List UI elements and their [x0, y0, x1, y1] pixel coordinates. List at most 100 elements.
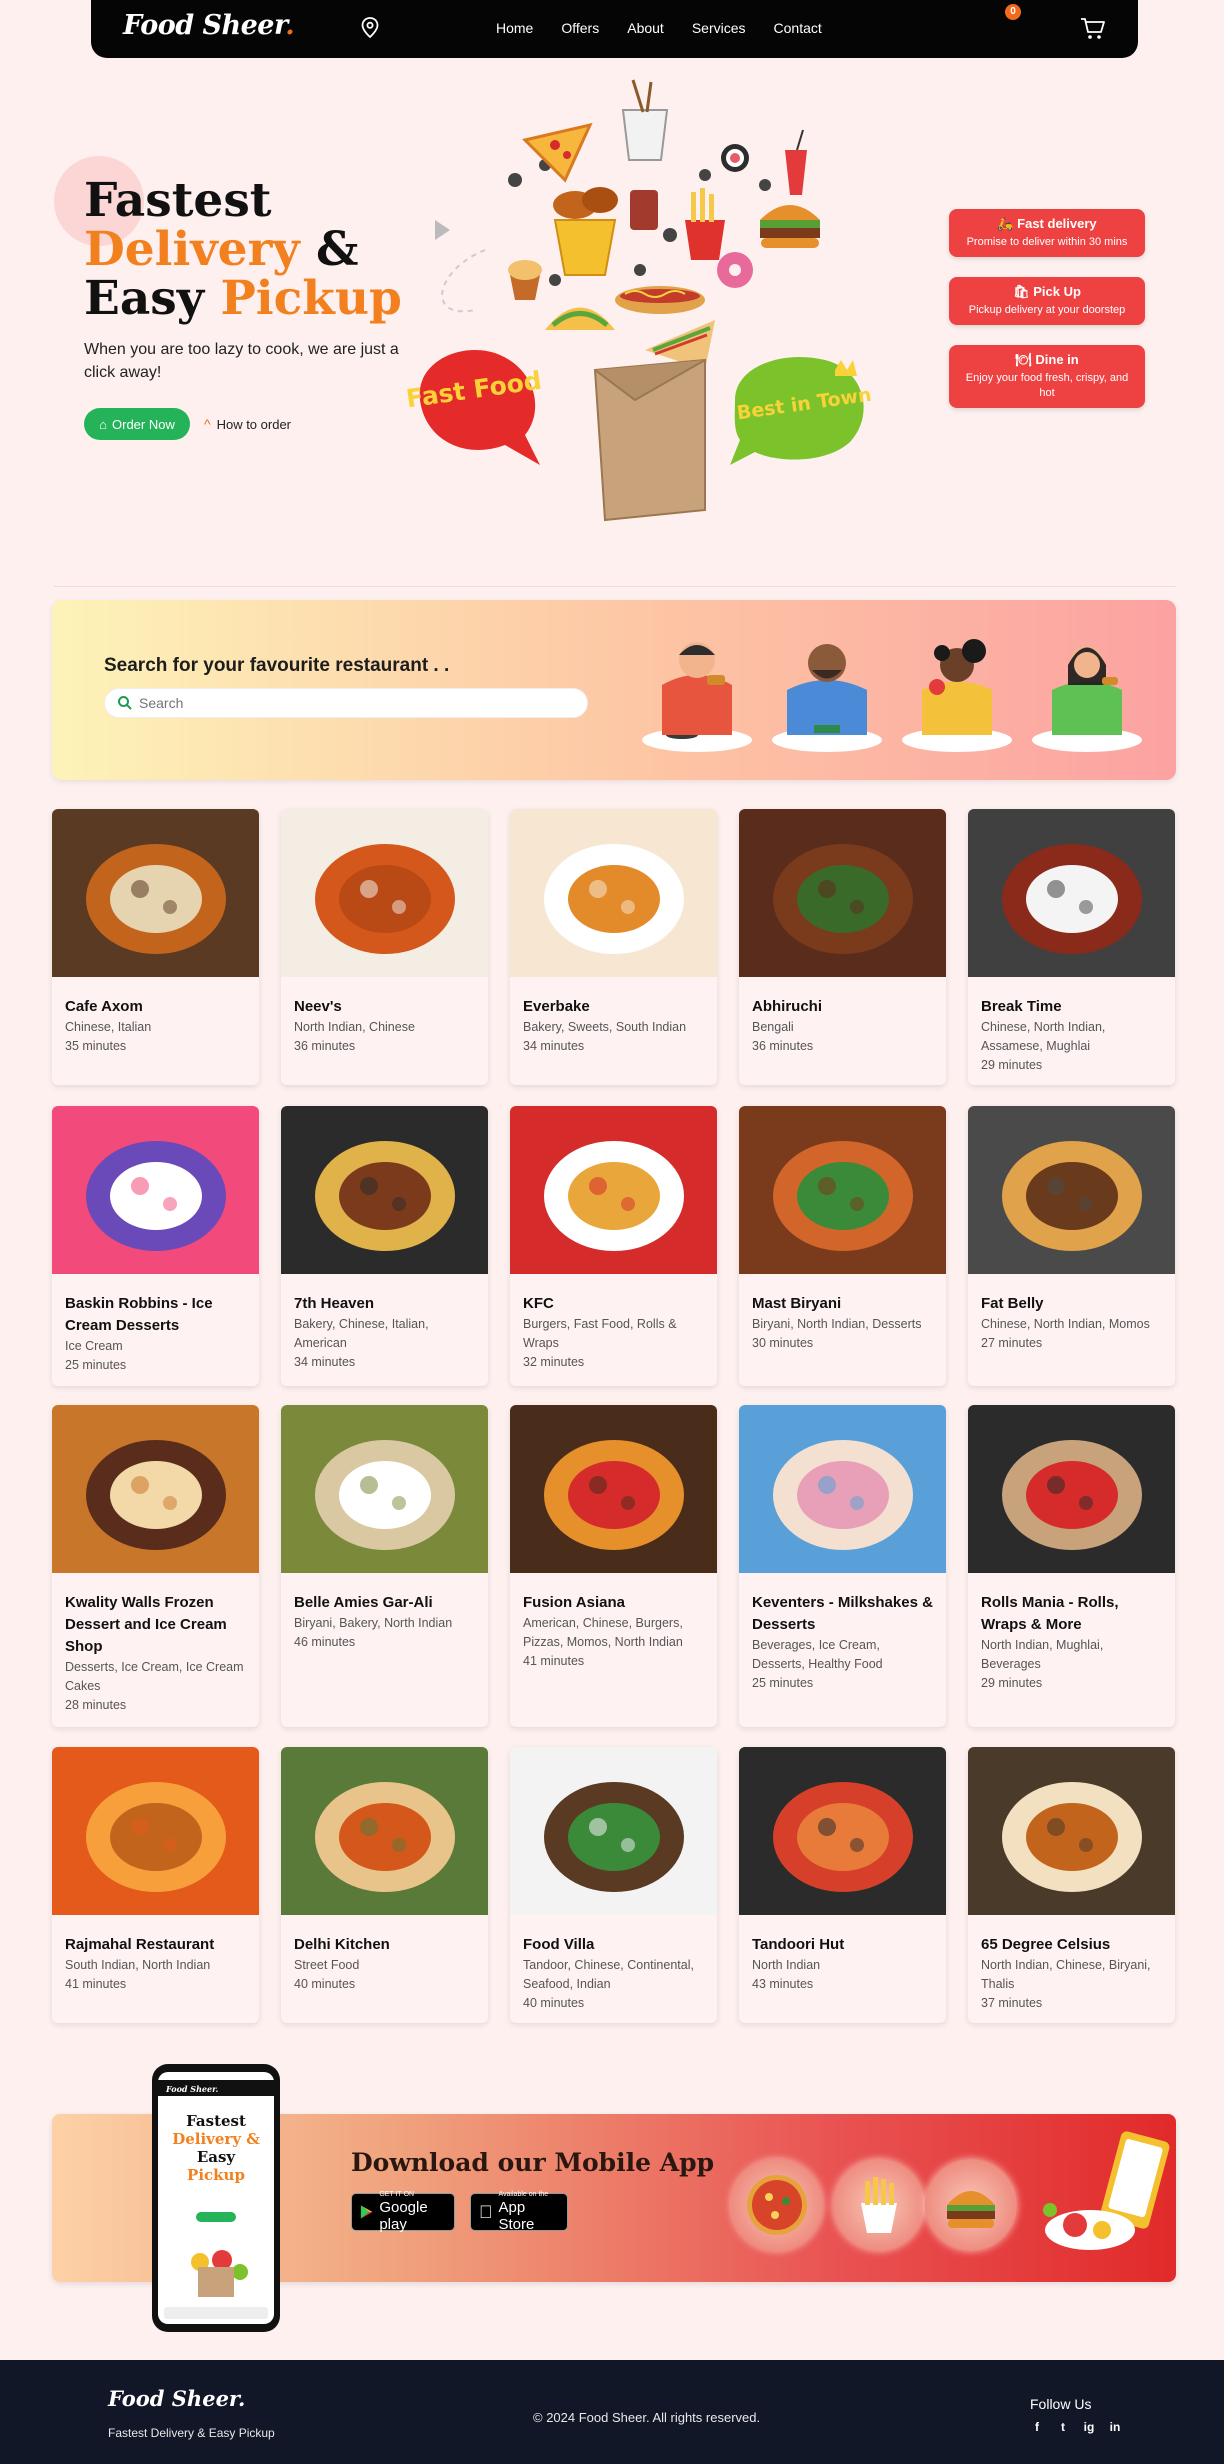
restaurant-card[interactable]: Everbake Bakery, Sweets, South Indian 34 m…: [510, 809, 717, 1085]
brand-logo[interactable]: Food Sheer.: [123, 10, 295, 41]
people-eating-illustration: [642, 639, 1142, 752]
facebook-icon[interactable]: f: [1030, 2420, 1044, 2434]
restaurant-photo[interactable]: [281, 1405, 488, 1573]
order-now-button[interactable]: ⌂ Order Now: [84, 408, 190, 440]
restaurant-photo[interactable]: [510, 1106, 717, 1274]
svg-text:Fastest: Fastest: [186, 2112, 246, 2130]
nav-about[interactable]: About: [627, 20, 664, 36]
restaurant-name[interactable]: Belle Amies Gar-Ali: [294, 1592, 476, 1614]
restaurant-card[interactable]: Abhiruchi Bengali 36 minutes: [739, 809, 946, 1085]
restaurant-card[interactable]: Rajmahal Restaurant South Indian, North I…: [52, 1747, 259, 2023]
restaurant-cuisine: Ice Cream: [65, 1339, 123, 1353]
restaurant-card[interactable]: Neev's North Indian, Chinese 36 minutes: [281, 809, 488, 1085]
phone-mockup: Food Sheer. Fastest Delivery & Easy Pick…: [152, 2064, 280, 2332]
restaurant-name[interactable]: Fat Belly: [981, 1293, 1163, 1315]
restaurant-name[interactable]: Everbake: [523, 996, 705, 1018]
nav-contact[interactable]: Contact: [774, 20, 822, 36]
restaurant-photo[interactable]: [52, 1106, 259, 1274]
restaurant-card[interactable]: Tandoori Hut North Indian 43 minutes: [739, 1747, 946, 2023]
restaurant-delivery-time: 41 minutes: [65, 1977, 127, 1991]
twitter-icon[interactable]: t: [1056, 2420, 1070, 2434]
restaurant-photo[interactable]: [510, 1405, 717, 1573]
restaurant-name[interactable]: Break Time: [981, 996, 1163, 1018]
restaurant-photo[interactable]: [739, 1405, 946, 1573]
feature-pick-up: 🛍 Pick Up Pickup delivery at your doorst…: [949, 277, 1145, 325]
restaurant-photo[interactable]: [968, 809, 1175, 977]
restaurant-photo[interactable]: [281, 809, 488, 977]
restaurant-photo[interactable]: [510, 809, 717, 977]
restaurant-name[interactable]: Mast Biryani: [752, 1293, 934, 1315]
restaurant-name[interactable]: Tandoori Hut: [752, 1934, 934, 1956]
restaurant-photo[interactable]: [968, 1405, 1175, 1573]
nav-offers[interactable]: Offers: [561, 20, 599, 36]
restaurant-name[interactable]: Baskin Robbins - Ice Cream Desserts: [65, 1293, 247, 1337]
restaurant-delivery-time: 36 minutes: [752, 1039, 814, 1053]
nav-services[interactable]: Services: [692, 20, 746, 36]
restaurant-photo[interactable]: [968, 1106, 1175, 1274]
restaurant-cuisine: Chinese, North Indian, Momos: [981, 1317, 1150, 1331]
hero-title: Fastest Delivery & Easy Pickup: [84, 176, 424, 323]
feature-fast-delivery: 🛵 Fast delivery Promise to deliver withi…: [949, 209, 1145, 257]
restaurant-card[interactable]: Fat Belly Chinese, North Indian, Momos 27 …: [968, 1106, 1175, 1386]
restaurant-cuisine: Bakery, Sweets, South Indian: [523, 1020, 687, 1034]
restaurant-delivery-time: 25 minutes: [65, 1358, 127, 1372]
restaurant-card[interactable]: Baskin Robbins - Ice Cream Desserts Ice C…: [52, 1106, 259, 1386]
restaurant-name[interactable]: Kwality Walls Frozen Dessert and Ice Cre…: [65, 1592, 247, 1658]
restaurant-delivery-time: 34 minutes: [523, 1039, 585, 1053]
restaurant-cuisine: North Indian, Chinese, Biryani, Thalis: [981, 1958, 1151, 1991]
restaurant-card[interactable]: Food Villa Tandoor, Chinese, Continental,…: [510, 1747, 717, 2023]
restaurant-photo[interactable]: [52, 809, 259, 977]
cart-icon[interactable]: [1079, 14, 1107, 42]
location-pin-icon[interactable]: [359, 16, 381, 40]
linkedin-icon[interactable]: in: [1108, 2420, 1122, 2434]
restaurant-delivery-time: 36 minutes: [294, 1039, 356, 1053]
restaurant-card[interactable]: Cafe Axom Chinese, Italian 35 minutes: [52, 809, 259, 1085]
restaurant-card[interactable]: 65 Degree Celsius North Indian, Chinese, …: [968, 1747, 1175, 2023]
restaurant-name[interactable]: Fusion Asiana: [523, 1592, 705, 1614]
restaurant-name[interactable]: Rajmahal Restaurant: [65, 1934, 247, 1956]
restaurant-photo[interactable]: [52, 1405, 259, 1573]
restaurant-name[interactable]: Abhiruchi: [752, 996, 934, 1018]
app-store-button[interactable]:  Available on theApp Store: [470, 2191, 568, 2233]
restaurant-photo[interactable]: [52, 1747, 259, 1915]
restaurant-card[interactable]: Break Time Chinese, North Indian, Assames…: [968, 809, 1175, 1085]
footer-logo[interactable]: Food Sheer.: [108, 2386, 245, 2411]
svg-text:Delivery &: Delivery &: [172, 2130, 260, 2148]
google-play-button[interactable]: GET IT ON Google play: [351, 2191, 455, 2233]
restaurant-photo[interactable]: [281, 1747, 488, 1915]
restaurant-photo[interactable]: [739, 1106, 946, 1274]
restaurant-card[interactable]: Belle Amies Gar-Ali Biryani, Bakery, Nort…: [281, 1405, 488, 1727]
nav-home[interactable]: Home: [496, 20, 533, 36]
restaurant-delivery-time: 27 minutes: [981, 1336, 1043, 1350]
restaurant-cuisine: Bengali: [752, 1020, 794, 1034]
how-to-order-link[interactable]: ^ How to order: [204, 416, 291, 432]
restaurant-name[interactable]: 7th Heaven: [294, 1293, 476, 1315]
restaurant-card[interactable]: Rolls Mania - Rolls, Wraps & More North I…: [968, 1405, 1175, 1727]
restaurant-card[interactable]: KFC Burgers, Fast Food, Rolls & Wraps 32 m…: [510, 1106, 717, 1386]
instagram-icon[interactable]: ig: [1082, 2420, 1096, 2434]
restaurant-photo[interactable]: [510, 1747, 717, 1915]
restaurant-name[interactable]: Food Villa: [523, 1934, 705, 1956]
restaurant-name[interactable]: Delhi Kitchen: [294, 1934, 476, 1956]
restaurant-card[interactable]: Kwality Walls Frozen Dessert and Ice Cre…: [52, 1405, 259, 1727]
search-input[interactable]: [139, 695, 559, 711]
restaurant-card[interactable]: Delhi Kitchen Street Food 40 minutes: [281, 1747, 488, 2023]
restaurant-photo[interactable]: [739, 1747, 946, 1915]
restaurant-card[interactable]: Fusion Asiana American, Chinese, Burgers,…: [510, 1405, 717, 1727]
restaurant-photo[interactable]: [281, 1106, 488, 1274]
restaurant-photo[interactable]: [739, 809, 946, 977]
restaurant-card[interactable]: 7th Heaven Bakery, Chinese, Italian, Amer…: [281, 1106, 488, 1386]
chevron-up-icon: ^: [204, 416, 211, 432]
restaurant-photo[interactable]: [968, 1747, 1175, 1915]
restaurant-card[interactable]: Mast Biryani Biryani, North Indian, Desse…: [739, 1106, 946, 1386]
restaurant-name[interactable]: Neev's: [294, 996, 476, 1018]
restaurant-name[interactable]: Rolls Mania - Rolls, Wraps & More: [981, 1592, 1163, 1636]
restaurant-card[interactable]: Keventers - Milkshakes & Desserts Beverag…: [739, 1405, 946, 1727]
restaurant-name[interactable]: KFC: [523, 1293, 705, 1315]
restaurant-name[interactable]: Keventers - Milkshakes & Desserts: [752, 1592, 934, 1636]
restaurant-delivery-time: 41 minutes: [523, 1654, 585, 1668]
restaurant-cuisine: Bakery, Chinese, Italian, American: [294, 1317, 429, 1350]
restaurant-name[interactable]: Cafe Axom: [65, 996, 247, 1018]
restaurant-cuisine: Burgers, Fast Food, Rolls & Wraps: [523, 1317, 677, 1350]
restaurant-name[interactable]: 65 Degree Celsius: [981, 1934, 1163, 1956]
